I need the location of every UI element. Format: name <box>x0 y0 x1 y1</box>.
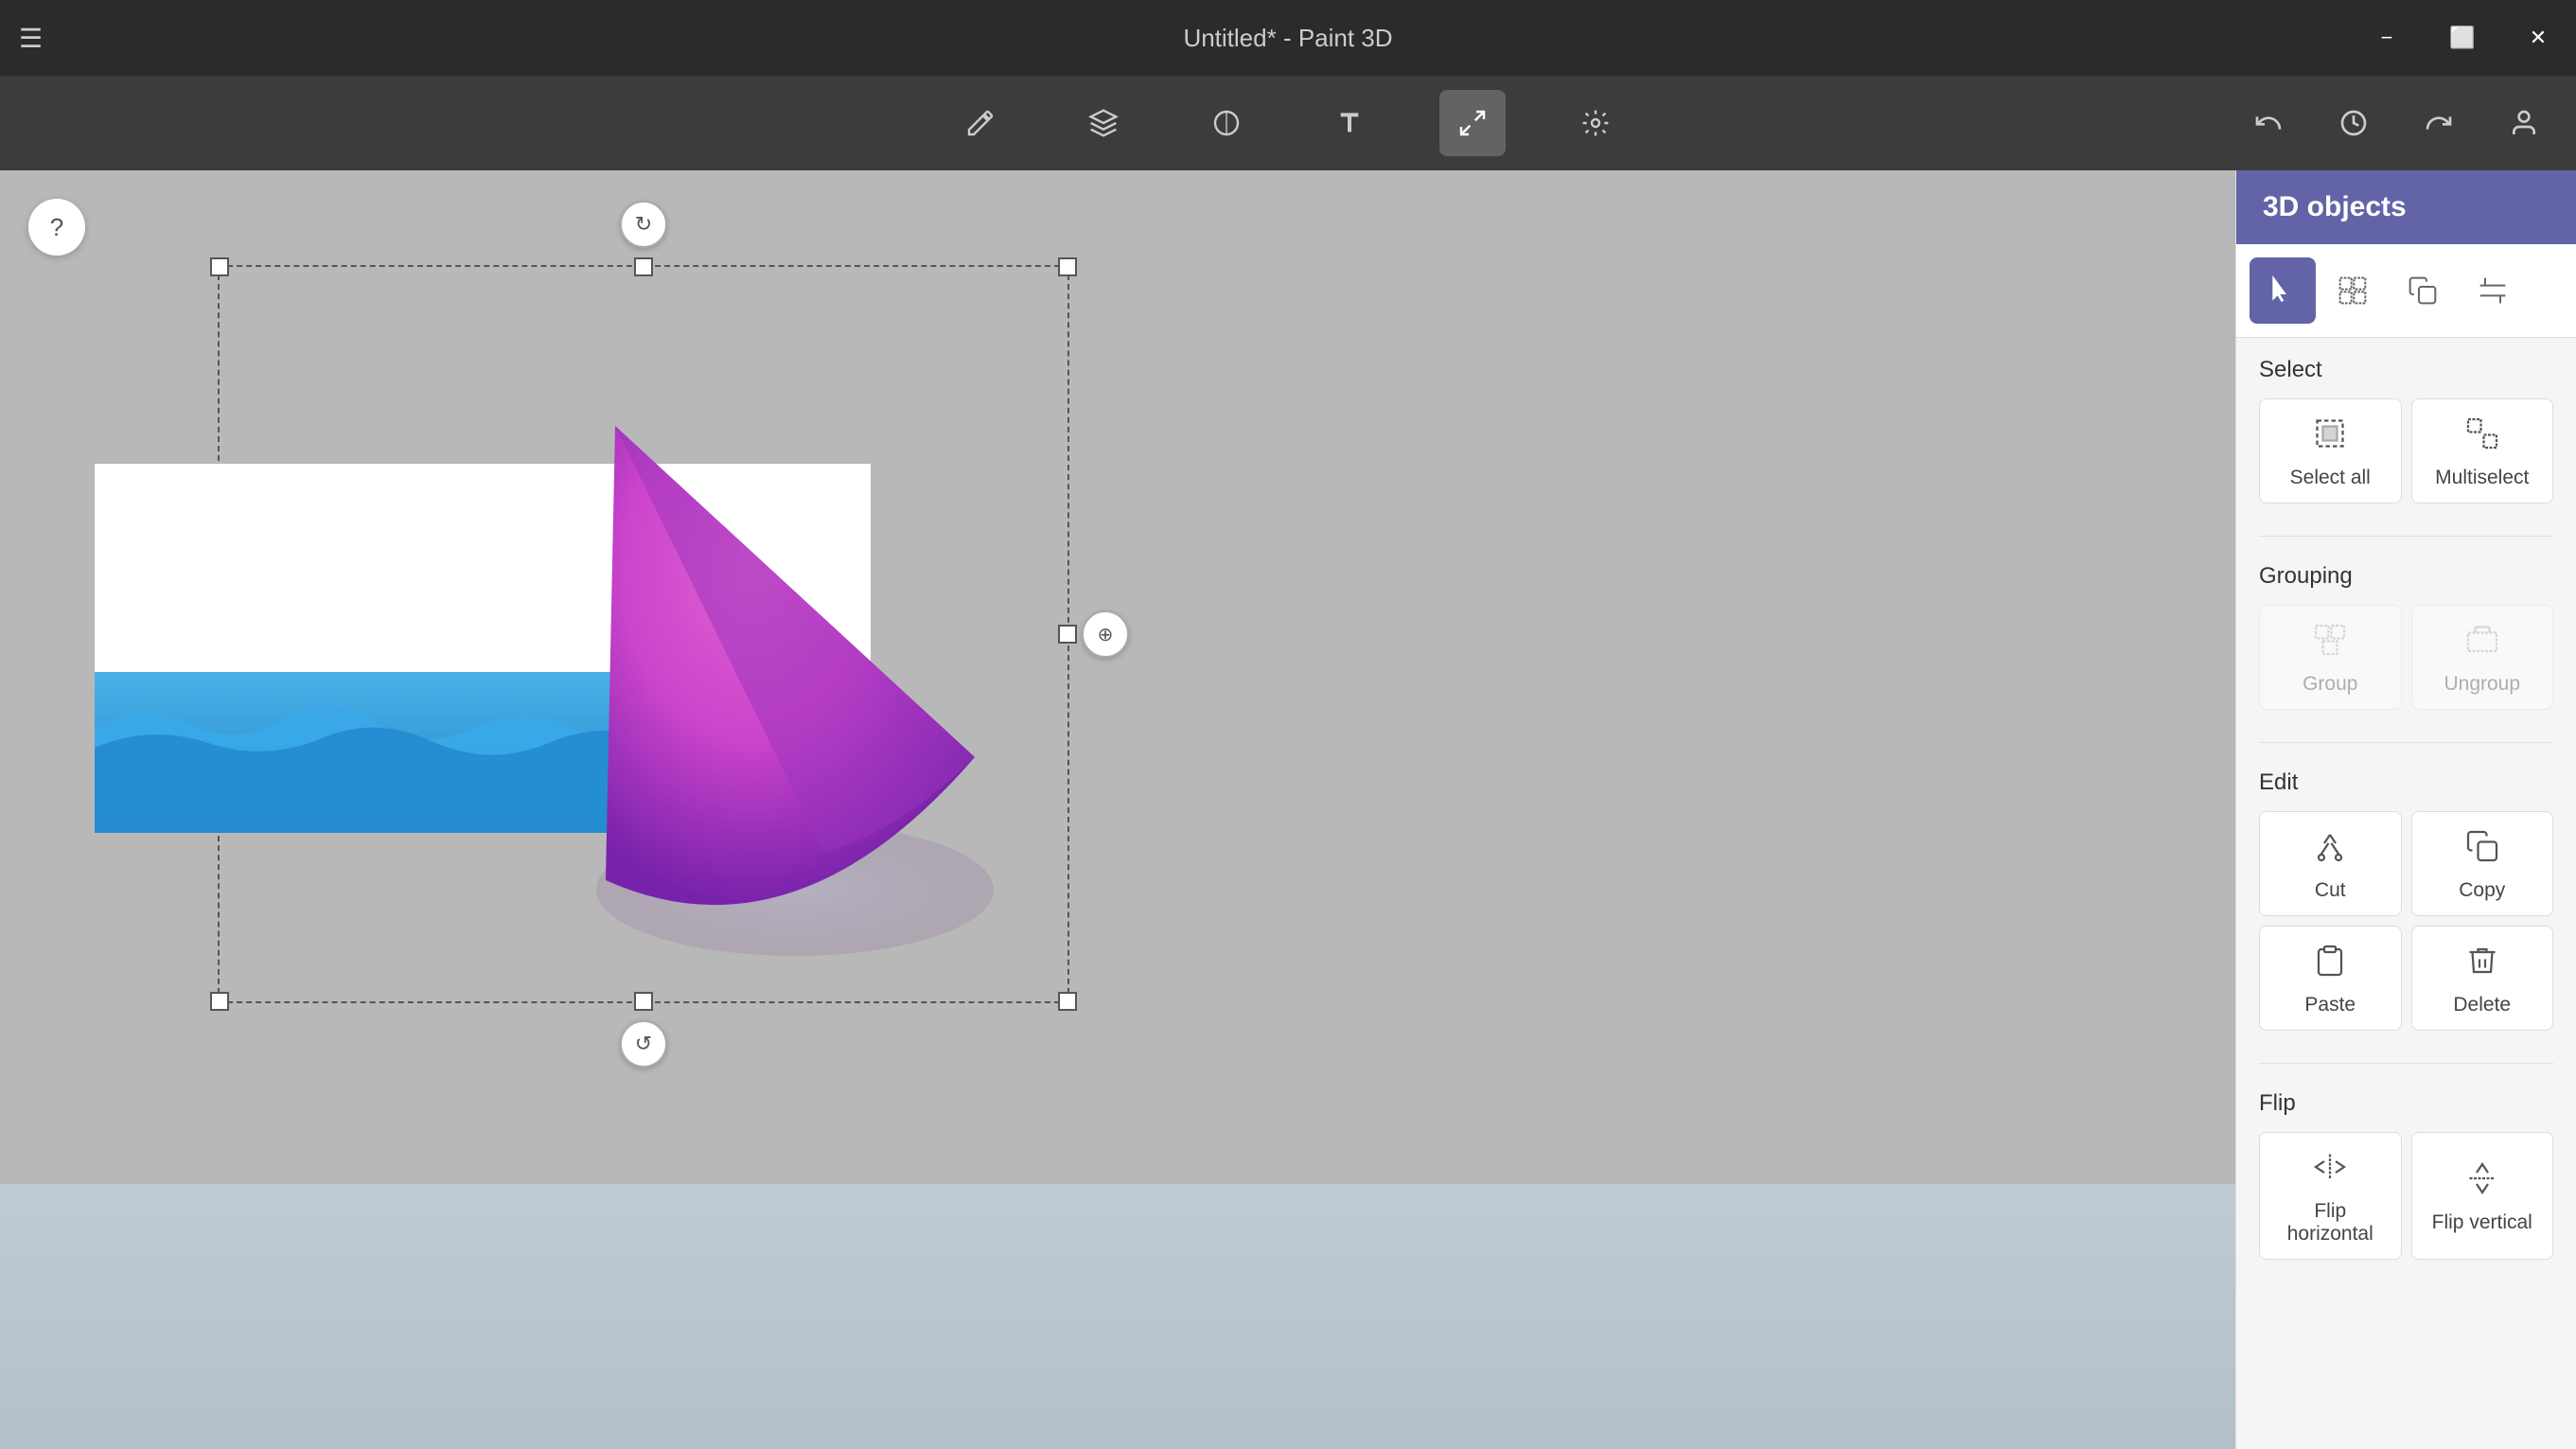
paste-label: Paste <box>2304 994 2355 1016</box>
select-section-title: Select <box>2259 357 2553 383</box>
ungroup-icon <box>2465 623 2499 663</box>
flip-section: Flip Flip horizontal <box>2236 1071 2576 1284</box>
toolbar-effects[interactable] <box>1562 90 1629 156</box>
flip-horizontal-label: Flip horizontal <box>2269 1200 2391 1246</box>
main-toolbar <box>0 76 2576 170</box>
edit-section-title: Edit <box>2259 769 2553 796</box>
minimize-button[interactable]: − <box>2349 0 2425 76</box>
select-section: Select Select all <box>2236 338 2576 528</box>
flip-vertical-label: Flip vertical <box>2432 1211 2532 1234</box>
multiselect-label: Multiselect <box>2435 467 2529 489</box>
titlebar: ☰ Untitled* - Paint 3D − ⬜ ✕ <box>0 0 2576 76</box>
flip-vertical-button[interactable]: Flip vertical <box>2411 1132 2554 1260</box>
delete-icon <box>2465 944 2499 984</box>
copy-label: Copy <box>2459 879 2505 902</box>
rotate-handle-bottom[interactable]: ↺ <box>620 1020 667 1068</box>
group-button[interactable]: Group <box>2259 605 2402 710</box>
flip-vertical-icon <box>2465 1161 2499 1202</box>
handle-bottom-center[interactable] <box>634 992 653 1011</box>
select-all-label: Select all <box>2290 467 2371 489</box>
divider-3 <box>2259 1063 2553 1064</box>
group-icon <box>2313 623 2347 663</box>
copy-icon <box>2465 829 2499 870</box>
delete-button[interactable]: Delete <box>2411 926 2554 1031</box>
ungroup-label: Ungroup <box>2444 673 2520 696</box>
cut-button[interactable]: Cut <box>2259 811 2402 916</box>
toolbar-text[interactable] <box>1316 90 1383 156</box>
edit-section: Edit Cut <box>2236 751 2576 1055</box>
grouping-grid: Group Ungroup <box>2259 605 2553 710</box>
handle-top-center[interactable] <box>634 257 653 276</box>
maximize-button[interactable]: ⬜ <box>2425 0 2500 76</box>
toolbar-right-actions <box>2235 90 2557 156</box>
main-layout: ? <box>0 170 2576 1449</box>
toolbar-2d-shapes[interactable] <box>1193 90 1260 156</box>
cut-icon <box>2313 829 2347 870</box>
account-button[interactable] <box>2491 90 2557 156</box>
question-icon: ? <box>50 213 63 242</box>
panel-header: 3D objects <box>2236 170 2576 244</box>
panel-tabs <box>2236 244 2576 338</box>
tab-multiselect[interactable] <box>2320 257 2386 324</box>
handle-bottom-right[interactable] <box>1058 992 1077 1011</box>
window-controls: − ⬜ ✕ <box>2349 0 2576 76</box>
flip-section-title: Flip <box>2259 1090 2553 1117</box>
multiselect-button[interactable]: Multiselect <box>2411 398 2554 504</box>
paste-icon <box>2313 944 2347 984</box>
redo-button[interactable] <box>2406 90 2472 156</box>
handle-top-right[interactable] <box>1058 257 1077 276</box>
tab-copy-object[interactable] <box>2390 257 2456 324</box>
rotate-handle-top[interactable]: ↻ <box>620 201 667 248</box>
flip-horizontal-button[interactable]: Flip horizontal <box>2259 1132 2402 1260</box>
grouping-section-title: Grouping <box>2259 563 2553 590</box>
cut-label: Cut <box>2315 879 2346 902</box>
edit-grid: Cut Copy <box>2259 811 2553 1031</box>
handle-top-left[interactable] <box>210 257 229 276</box>
paste-button[interactable]: Paste <box>2259 926 2402 1031</box>
ground-plane <box>0 1184 2235 1449</box>
undo-button[interactable] <box>2235 90 2302 156</box>
3d-cone <box>426 360 1041 975</box>
divider-1 <box>2259 536 2553 537</box>
select-grid: Select all Multiselect <box>2259 398 2553 504</box>
select-all-icon <box>2313 416 2347 457</box>
help-button[interactable]: ? <box>28 199 85 256</box>
tab-select[interactable] <box>2250 257 2316 324</box>
close-button[interactable]: ✕ <box>2500 0 2576 76</box>
hamburger-menu[interactable]: ☰ <box>19 23 43 54</box>
toolbar-3d-shapes[interactable] <box>1070 90 1137 156</box>
handle-bottom-left[interactable] <box>210 992 229 1011</box>
history-button[interactable] <box>2320 90 2387 156</box>
tab-crop[interactable] <box>2460 257 2526 324</box>
select-all-button[interactable]: Select all <box>2259 398 2402 504</box>
panel-title: 3D objects <box>2263 191 2407 222</box>
3d-objects-panel: 3D objects <box>2235 170 2576 1449</box>
copy-button[interactable]: Copy <box>2411 811 2554 916</box>
handle-middle-right[interactable] <box>1058 625 1077 644</box>
flip-horizontal-icon <box>2313 1150 2347 1191</box>
delete-label: Delete <box>2453 994 2511 1016</box>
window-title: Untitled* - Paint 3D <box>1183 24 1392 53</box>
group-label: Group <box>2303 673 2357 696</box>
canvas-area[interactable]: ? <box>0 170 2235 1449</box>
move-handle-right[interactable]: ⊕ <box>1082 610 1129 658</box>
grouping-section: Grouping Group <box>2236 544 2576 734</box>
toolbar-canvas[interactable] <box>1439 90 1506 156</box>
toolbar-brushes[interactable] <box>947 90 1014 156</box>
flip-grid: Flip horizontal Flip vertical <box>2259 1132 2553 1260</box>
divider-2 <box>2259 742 2553 743</box>
ungroup-button[interactable]: Ungroup <box>2411 605 2554 710</box>
multiselect-icon <box>2465 416 2499 457</box>
